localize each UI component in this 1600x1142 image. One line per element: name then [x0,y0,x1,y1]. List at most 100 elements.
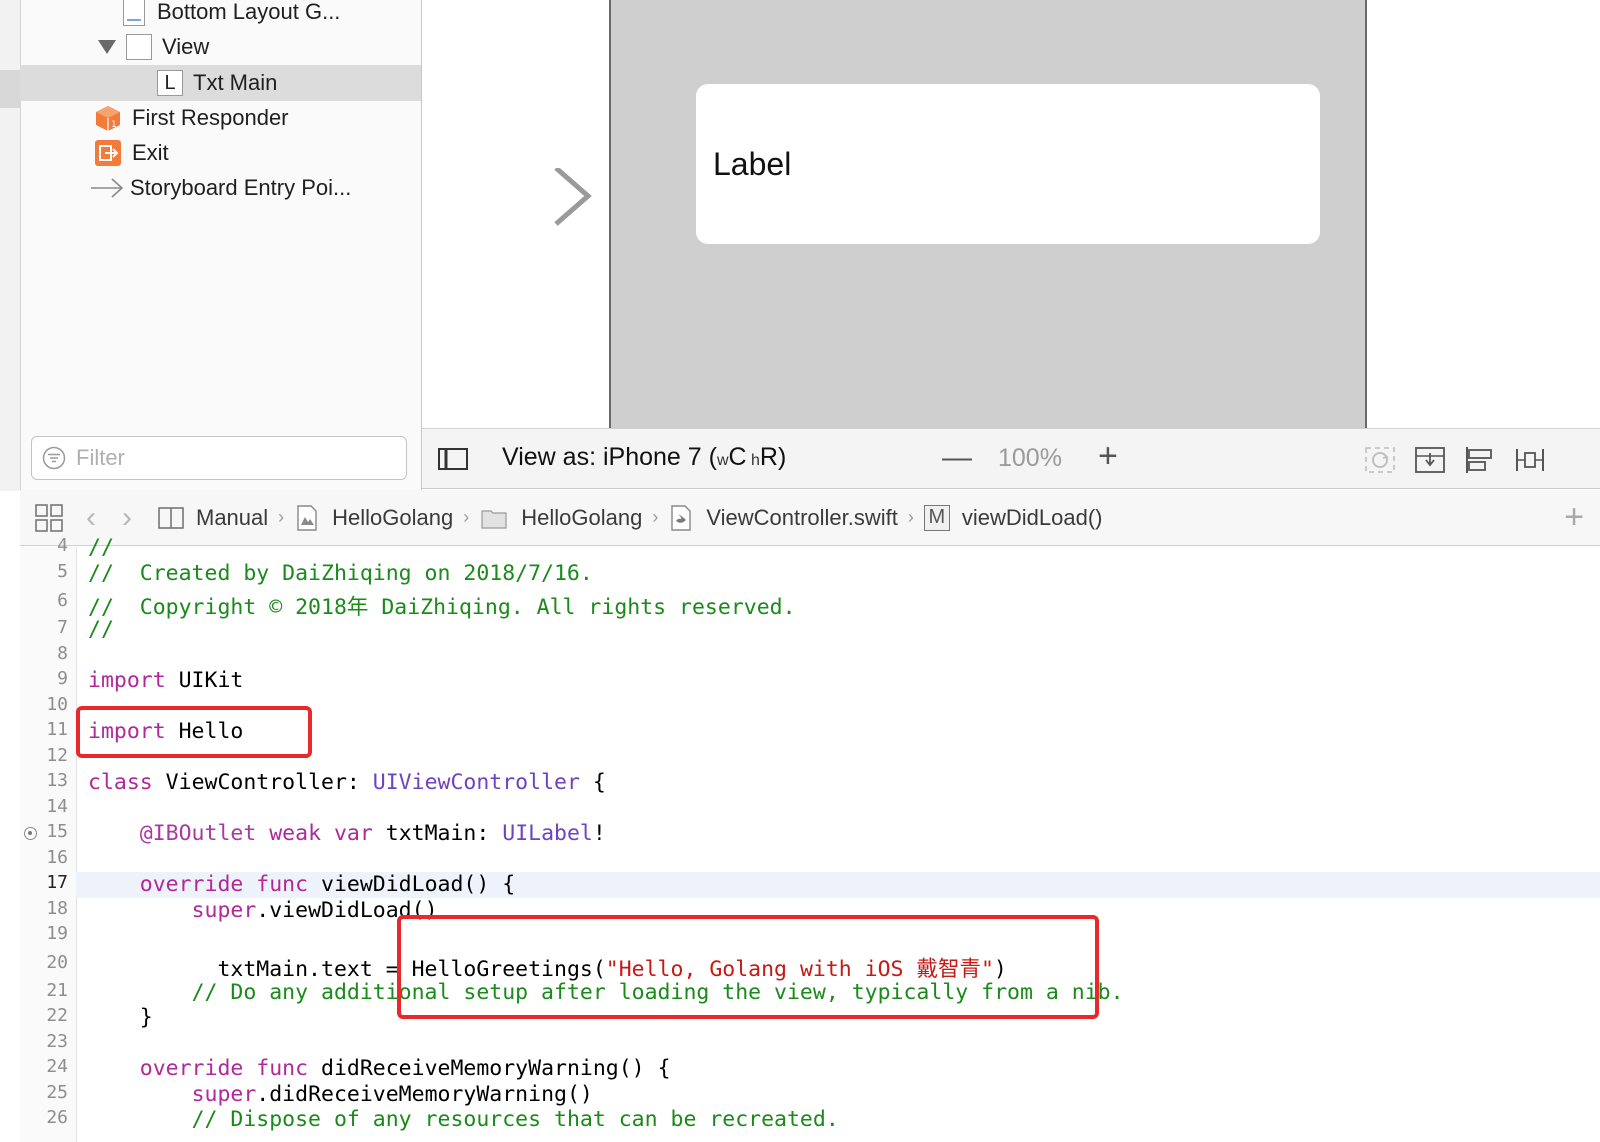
attribute: @IBOutlet [139,821,257,846]
punctuation: { [579,770,606,795]
outline-item-bottom-layout-guide[interactable]: Bottom Layout G... [20,0,421,30]
code-line: 6 // Copyright © 2018年 DaiZhiqing. All r… [20,590,1600,620]
keyword: func [256,1056,309,1081]
breadcrumb-folder[interactable]: HelloGolang [479,505,642,531]
comment: // Dispose of any resources that can be … [191,1107,839,1132]
project-file-icon [297,504,317,531]
txt-main-label[interactable]: Label [696,84,1320,244]
code-line: 15 @IBOutlet weak var txtMain: UILabel! [20,821,1600,847]
code-text: super.viewDidLoad() [88,898,438,923]
identifier: UIKit [165,668,244,693]
code-text: super.didReceiveMemoryWarning() [88,1082,593,1107]
filter-input[interactable] [74,444,378,472]
code-text: } [88,1005,153,1030]
line-number: 24 [46,1056,68,1077]
code-line: 4 // [20,535,1600,561]
annotation-box-hello-greetings [397,915,1099,1019]
breadcrumb-separator-icon: › [907,507,914,527]
outline-toggle-icon[interactable] [438,447,468,471]
breadcrumb-label: viewDidLoad() [961,504,1103,530]
line-number: 7 [57,617,68,638]
add-constraints-icon[interactable] [1514,445,1546,475]
identifier: didReceiveMemoryWarning() { [308,1056,671,1081]
identifier: ViewController: [152,770,373,795]
outline-scroll-indicator[interactable] [0,70,20,108]
line-number: 5 [57,561,68,582]
identifier: viewDidLoad() { [308,872,516,897]
view-controller-scene[interactable]: Label [609,0,1367,428]
line-number: 11 [46,719,68,740]
storyboard-entry-arrow[interactable] [422,168,610,238]
code-line: 26 // Dispose of any resources that can … [20,1107,1600,1133]
zoom-in-button[interactable]: + [1098,437,1118,476]
update-frames-icon[interactable] [1364,445,1396,475]
line-number: 13 [46,770,68,791]
exit-icon [95,140,121,166]
disclosure-triangle-icon[interactable] [98,40,116,54]
outline-filter-field[interactable] [31,436,407,480]
code-text: override func viewDidLoad() { [88,872,515,897]
line-number: 26 [46,1107,68,1128]
keyword: var [333,821,373,846]
keyword: override [139,1056,244,1081]
breadcrumb-manual[interactable]: Manual [158,505,268,531]
forward-button[interactable]: › [122,501,132,535]
breadcrumb-label: ViewController.swift [706,504,898,530]
swift-file-icon [671,504,692,531]
outline-item-view[interactable]: View [20,29,421,65]
filter-icon [42,446,66,470]
embed-in-stack-icon[interactable] [1414,445,1446,475]
code-line: 16 [20,847,1600,873]
line-number: 15 [46,821,68,842]
line-number: 9 [57,668,68,689]
view-icon [126,34,152,60]
keyword: weak [269,821,322,846]
related-items-icon[interactable] [34,503,64,533]
layout-guide-icon [123,0,145,26]
outline-item-first-responder[interactable]: 1 First Responder [20,100,421,136]
breadcrumb-project[interactable]: HelloGolang [294,505,453,531]
keyword: func [256,872,309,897]
code-line: 8 [20,643,1600,669]
storyboard-canvas[interactable]: Label [422,0,1600,428]
outline-item-label: View [162,34,210,59]
outline-item-storyboard-entry-point[interactable]: Storyboard Entry Poi... [20,170,421,206]
add-editor-button[interactable]: + [1564,498,1584,537]
breadcrumb-method[interactable]: M viewDidLoad() [923,504,1103,531]
outline-item-exit[interactable]: Exit [20,135,421,171]
code-text: @IBOutlet weak var txtMain: UILabel! [88,821,606,846]
annotation-box-import-hello [76,706,312,758]
canvas-toolbar: View as: iPhone 7 (wC hR) — 100% + [422,428,1600,489]
breadcrumb-label: Manual [196,504,269,530]
back-button[interactable]: ‹ [86,501,96,535]
outline-item-txt-main[interactable]: L Txt Main [20,65,421,101]
code-text: // [88,535,114,560]
view-as-device-button[interactable]: View as: iPhone 7 (wC hR) [502,443,786,472]
svg-text:1: 1 [111,120,117,130]
line-number: 4 [57,535,68,556]
outline-item-label: Storyboard Entry Poi... [130,175,352,200]
line-number: 10 [46,694,68,715]
zoom-out-button[interactable]: — [942,441,972,475]
source-editor[interactable]: 4 // 5 // Created by DaiZhiqing on 2018/… [20,535,1600,1142]
code-line: 25 super.didReceiveMemoryWarning() [20,1082,1600,1108]
label-text: Label [713,145,792,182]
identifier: txtMain: [372,821,503,846]
keyword: super [191,898,257,923]
breadcrumb-separator-icon: › [463,507,470,527]
line-number: 14 [46,796,68,817]
width-class-w: w [716,452,729,469]
breadcrumb-file[interactable]: ViewController.swift [668,505,898,531]
align-icon[interactable] [1464,445,1496,475]
label-icon: L [157,70,183,96]
breadcrumb-label: HelloGolang [521,504,643,530]
outline-item-label: Txt Main [193,70,278,95]
line-number: 16 [46,847,68,868]
zoom-level: 100% [998,444,1062,472]
line-number: 6 [57,590,68,611]
